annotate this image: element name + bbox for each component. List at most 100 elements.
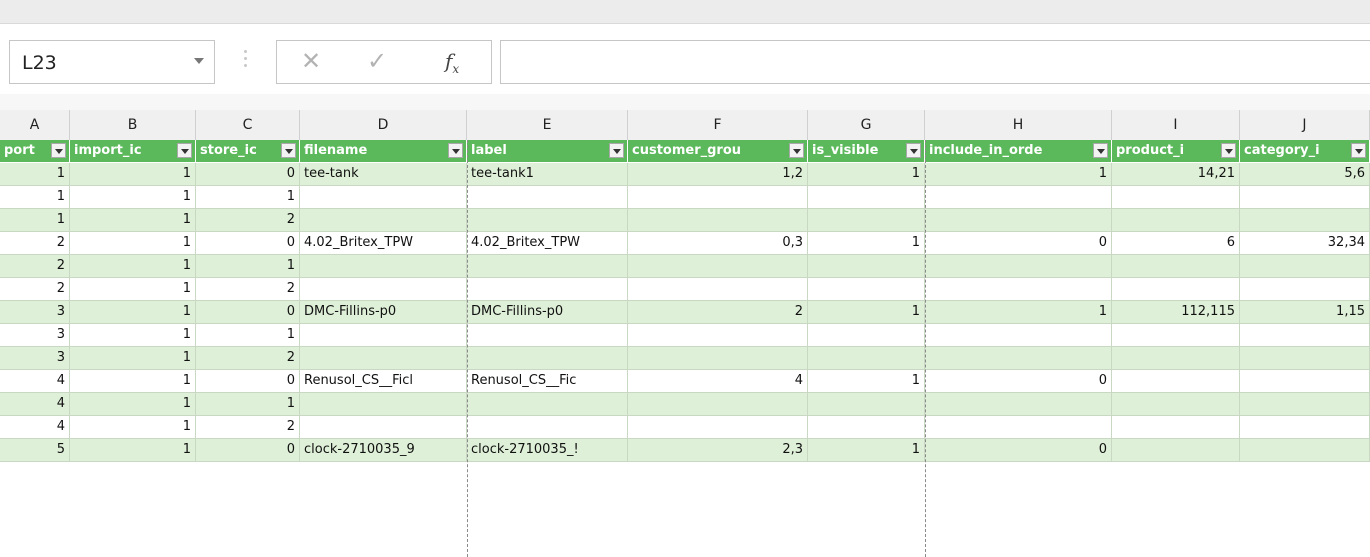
column-header-h[interactable]: H bbox=[925, 110, 1112, 140]
cell-i[interactable]: 14,21 bbox=[1112, 163, 1240, 186]
cell-i[interactable] bbox=[1112, 370, 1240, 393]
cell-e[interactable] bbox=[467, 209, 628, 232]
cell-a[interactable]: 3 bbox=[0, 347, 70, 370]
filter-dropdown-icon[interactable] bbox=[281, 143, 296, 158]
cell-b[interactable]: 1 bbox=[70, 163, 196, 186]
filter-dropdown-icon[interactable] bbox=[51, 143, 66, 158]
cell-b[interactable]: 1 bbox=[70, 255, 196, 278]
cell-a[interactable]: 4 bbox=[0, 393, 70, 416]
cell-f[interactable]: 0,3 bbox=[628, 232, 808, 255]
cell-c[interactable]: 1 bbox=[196, 186, 300, 209]
cell-c[interactable]: 0 bbox=[196, 163, 300, 186]
cell-d[interactable] bbox=[300, 278, 467, 301]
cell-d[interactable]: Renusol_CS__Ficl bbox=[300, 370, 467, 393]
cell-g[interactable] bbox=[808, 255, 925, 278]
cell-a[interactable]: 4 bbox=[0, 416, 70, 439]
cell-i[interactable] bbox=[1112, 393, 1240, 416]
cell-g[interactable]: 1 bbox=[808, 232, 925, 255]
cell-g[interactable] bbox=[808, 186, 925, 209]
header-cell-c[interactable]: store_ic bbox=[196, 140, 300, 163]
cell-c[interactable]: 2 bbox=[196, 347, 300, 370]
worksheet-grid[interactable]: port import_ic store_ic filename label custom… bbox=[0, 140, 1370, 557]
column-header-f[interactable]: F bbox=[628, 110, 808, 140]
cell-b[interactable]: 1 bbox=[70, 278, 196, 301]
cell-i[interactable] bbox=[1112, 255, 1240, 278]
header-cell-f[interactable]: customer_grou bbox=[628, 140, 808, 163]
cell-j[interactable]: 1,15 bbox=[1240, 301, 1370, 324]
cell-h[interactable] bbox=[925, 393, 1112, 416]
cell-i[interactable]: 112,115 bbox=[1112, 301, 1240, 324]
cell-h[interactable] bbox=[925, 324, 1112, 347]
column-header-d[interactable]: D bbox=[300, 110, 467, 140]
cell-d[interactable] bbox=[300, 186, 467, 209]
cell-i[interactable] bbox=[1112, 347, 1240, 370]
cell-f[interactable] bbox=[628, 209, 808, 232]
cell-j[interactable]: 5,6 bbox=[1240, 163, 1370, 186]
cell-j[interactable] bbox=[1240, 186, 1370, 209]
cell-b[interactable]: 1 bbox=[70, 416, 196, 439]
header-cell-a[interactable]: port bbox=[0, 140, 70, 163]
cell-j[interactable] bbox=[1240, 370, 1370, 393]
cell-g[interactable] bbox=[808, 416, 925, 439]
cell-f[interactable]: 4 bbox=[628, 370, 808, 393]
cell-f[interactable] bbox=[628, 416, 808, 439]
filter-dropdown-icon[interactable] bbox=[906, 143, 921, 158]
cell-c[interactable]: 1 bbox=[196, 255, 300, 278]
column-header-b[interactable]: B bbox=[70, 110, 196, 140]
cell-e[interactable] bbox=[467, 186, 628, 209]
cell-i[interactable] bbox=[1112, 416, 1240, 439]
cell-a[interactable]: 1 bbox=[0, 163, 70, 186]
cell-h[interactable] bbox=[925, 347, 1112, 370]
cell-g[interactable] bbox=[808, 393, 925, 416]
cell-b[interactable]: 1 bbox=[70, 393, 196, 416]
filter-dropdown-icon[interactable] bbox=[789, 143, 804, 158]
cell-g[interactable]: 1 bbox=[808, 370, 925, 393]
cell-c[interactable]: 0 bbox=[196, 439, 300, 462]
cell-j[interactable]: 32,34 bbox=[1240, 232, 1370, 255]
cell-j[interactable] bbox=[1240, 416, 1370, 439]
cell-b[interactable]: 1 bbox=[70, 186, 196, 209]
formula-bar-grip[interactable] bbox=[244, 50, 248, 74]
cell-e[interactable]: clock-2710035_! bbox=[467, 439, 628, 462]
cell-g[interactable]: 1 bbox=[808, 301, 925, 324]
cell-a[interactable]: 2 bbox=[0, 255, 70, 278]
cell-d[interactable] bbox=[300, 255, 467, 278]
cell-c[interactable]: 0 bbox=[196, 301, 300, 324]
cell-j[interactable] bbox=[1240, 393, 1370, 416]
cell-d[interactable] bbox=[300, 209, 467, 232]
cell-f[interactable] bbox=[628, 324, 808, 347]
cell-g[interactable] bbox=[808, 324, 925, 347]
cell-d[interactable]: tee-tank bbox=[300, 163, 467, 186]
column-header-i[interactable]: I bbox=[1112, 110, 1240, 140]
cell-c[interactable]: 2 bbox=[196, 278, 300, 301]
cell-c[interactable]: 1 bbox=[196, 324, 300, 347]
cell-e[interactable] bbox=[467, 278, 628, 301]
filter-dropdown-icon[interactable] bbox=[609, 143, 624, 158]
cell-h[interactable] bbox=[925, 278, 1112, 301]
cell-f[interactable] bbox=[628, 278, 808, 301]
cell-a[interactable]: 2 bbox=[0, 278, 70, 301]
cell-e[interactable]: DMC-Fillins-p0 bbox=[467, 301, 628, 324]
name-box-dropdown-icon[interactable] bbox=[194, 58, 204, 64]
cell-e[interactable] bbox=[467, 255, 628, 278]
filter-dropdown-icon[interactable] bbox=[177, 143, 192, 158]
cell-h[interactable] bbox=[925, 209, 1112, 232]
cell-c[interactable]: 2 bbox=[196, 209, 300, 232]
cell-i[interactable] bbox=[1112, 324, 1240, 347]
cell-a[interactable]: 2 bbox=[0, 232, 70, 255]
cell-d[interactable] bbox=[300, 347, 467, 370]
filter-dropdown-icon[interactable] bbox=[1093, 143, 1108, 158]
cell-d[interactable] bbox=[300, 324, 467, 347]
cell-c[interactable]: 0 bbox=[196, 370, 300, 393]
cell-b[interactable]: 1 bbox=[70, 232, 196, 255]
enter-check-icon[interactable]: ✓ bbox=[367, 47, 387, 75]
cell-c[interactable]: 1 bbox=[196, 393, 300, 416]
column-header-e[interactable]: E bbox=[467, 110, 628, 140]
cell-i[interactable] bbox=[1112, 209, 1240, 232]
cell-h[interactable] bbox=[925, 186, 1112, 209]
cell-d[interactable]: 4.02_Britex_TPW bbox=[300, 232, 467, 255]
cell-g[interactable] bbox=[808, 209, 925, 232]
cell-e[interactable] bbox=[467, 393, 628, 416]
cell-a[interactable]: 3 bbox=[0, 301, 70, 324]
cell-f[interactable] bbox=[628, 255, 808, 278]
